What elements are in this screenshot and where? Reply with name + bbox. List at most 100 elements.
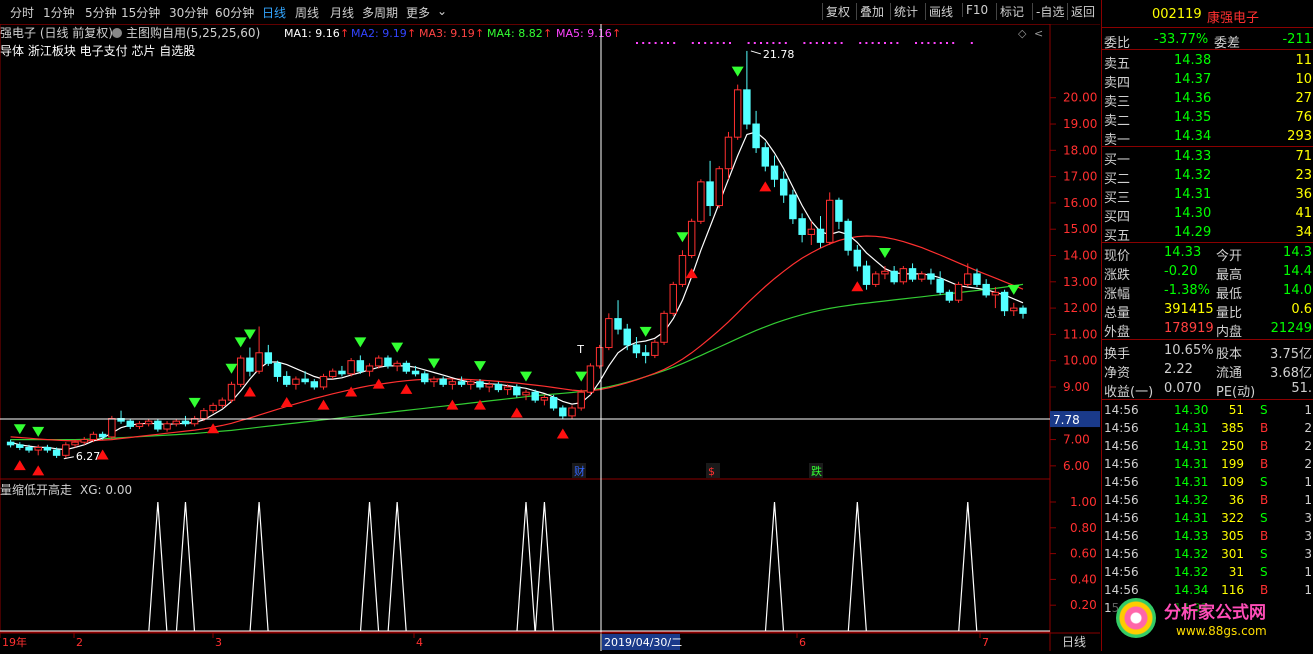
toolbar-button-3[interactable]: 画线 xyxy=(925,3,956,20)
diamond-icon[interactable]: ◇ xyxy=(1018,27,1027,40)
candle-body xyxy=(586,365,595,393)
tick-volume: 51 xyxy=(1228,403,1244,417)
buy-signal-arrow xyxy=(510,407,523,418)
bid-row: 买三 14.31 36 xyxy=(1102,185,1313,206)
kline-chart-area[interactable]: 强电子 (日线 前复权) 主图购自用(5,25,25,60) MA1: 9.16 ↑ M… xyxy=(0,23,1100,651)
signal-dot xyxy=(933,42,936,44)
settings-dropdown-icon[interactable] xyxy=(112,28,122,38)
tick-time: 14:56 xyxy=(1104,439,1139,453)
candle-body xyxy=(899,268,908,283)
period-tab-9[interactable]: 多周期 xyxy=(362,4,398,21)
period-tab-1[interactable]: 1分钟 xyxy=(43,4,75,21)
candle-body xyxy=(825,199,834,243)
more-dropdown-icon[interactable]: ⌄ xyxy=(437,4,447,18)
fund-value: 51. xyxy=(1291,381,1312,396)
candle-body xyxy=(264,352,273,364)
date-label: 2019/04/30/二 xyxy=(604,636,682,649)
period-tab-8[interactable]: 月线 xyxy=(330,4,354,21)
stat-row: 涨跌 -0.20 最高 14.4 xyxy=(1102,262,1313,283)
toolbar-button-0[interactable]: 复权 xyxy=(822,3,853,20)
tick-count: 2 xyxy=(1304,439,1312,453)
xg-spike xyxy=(175,501,196,632)
chart-title: 强电子 (日线 前复权) xyxy=(0,25,113,40)
tick-row: 14:56 14.32 31 S 1 xyxy=(1102,563,1313,581)
fund-value: 2.22 xyxy=(1164,362,1193,377)
toolbar-button-2[interactable]: 统计 xyxy=(890,3,921,20)
signal-dot xyxy=(784,42,787,44)
candle-body xyxy=(973,273,981,285)
xg-spike xyxy=(516,501,536,632)
candle-body xyxy=(770,165,779,180)
price-tick-label: 10.00 xyxy=(1063,354,1097,368)
tick-volume: 36 xyxy=(1228,493,1244,507)
date-label: 3 xyxy=(215,636,222,649)
signal-dot xyxy=(660,42,663,44)
candle-body xyxy=(329,370,337,377)
bid-volume: 41 xyxy=(1295,206,1312,221)
stat-row: 总量 391415 量比 0.6 xyxy=(1102,300,1313,321)
tick-count: 3 xyxy=(1304,529,1312,543)
xg-spike xyxy=(958,501,978,632)
toolbar-button-1[interactable]: 叠加 xyxy=(856,3,887,20)
period-footer[interactable]: 日线 xyxy=(1062,635,1086,649)
tick-count: 3 xyxy=(1304,511,1312,525)
collapse-icon[interactable]: < xyxy=(1034,27,1043,40)
sell-signal-arrow xyxy=(13,424,26,435)
period-tab-5[interactable]: 60分钟 xyxy=(215,4,254,21)
ma-label-4: MA4: 8.82 xyxy=(487,27,543,40)
ask-row: 卖四 14.37 10 xyxy=(1102,70,1313,91)
quote-panel: 002119 康强电子 委比 -33.77% 委差 -211 卖五 14.38 11 卖四 14.3… xyxy=(1101,0,1313,651)
candle-body xyxy=(365,365,374,372)
period-tab-6[interactable]: 日线 xyxy=(262,4,286,21)
price-tick-label: 13.00 xyxy=(1063,275,1097,289)
toolbar-button-7[interactable]: 返回 xyxy=(1067,3,1098,20)
signal-dot xyxy=(890,42,893,44)
period-tab-0[interactable]: 分时 xyxy=(10,4,34,21)
tick-row: 14:56 14.31 250 B 2 xyxy=(1102,437,1313,455)
candle-body xyxy=(1000,291,1009,312)
stat-value: 21249 xyxy=(1270,321,1312,336)
watermark-url: www.88gs.com xyxy=(1176,624,1267,638)
bid-row: 买一 14.33 71 xyxy=(1102,147,1313,168)
sell-signal-arrow xyxy=(878,248,891,259)
event-mark-0[interactable]: 财 xyxy=(574,464,585,478)
signal-dot xyxy=(939,42,942,44)
period-tab-3[interactable]: 15分钟 xyxy=(121,4,160,21)
bid-row: 买四 14.30 41 xyxy=(1102,204,1313,225)
period-tab-7[interactable]: 周线 xyxy=(295,4,319,21)
candle-body xyxy=(218,399,227,406)
bid-volume: 71 xyxy=(1295,149,1312,164)
event-mark-2[interactable]: 跌 xyxy=(811,464,822,478)
tick-price: 14.32 xyxy=(1174,565,1209,579)
period-tab-4[interactable]: 30分钟 xyxy=(169,4,208,21)
candle-body xyxy=(678,255,687,285)
tick-time: 14:56 xyxy=(1104,529,1139,543)
sell-signal-arrow xyxy=(1007,284,1020,295)
buy-signal-arrow xyxy=(851,281,864,292)
candle-body xyxy=(34,446,42,451)
period-tab-2[interactable]: 5分钟 xyxy=(85,4,117,21)
candle-body xyxy=(356,360,365,372)
candle-body xyxy=(669,283,677,314)
tick-side: B xyxy=(1260,457,1269,471)
indicator-name[interactable]: 主图购自用(5,25,25,60) xyxy=(126,25,260,40)
sub-tick-label: 1.00 xyxy=(1070,495,1097,509)
buy-signal-arrow xyxy=(13,460,26,471)
candle-body xyxy=(991,291,1000,296)
ask-price: 14.38 xyxy=(1174,53,1212,68)
event-mark-1[interactable]: $ xyxy=(708,465,715,478)
toolbar-button-6[interactable]: -自选 xyxy=(1032,3,1067,20)
fund-label: 收益(一) xyxy=(1104,385,1154,400)
toolbar-button-4[interactable]: F10 xyxy=(962,3,991,17)
candle-body xyxy=(568,407,576,417)
period-tab-10[interactable]: 更多 xyxy=(406,4,430,21)
toolbar-button-5[interactable]: 标记 xyxy=(996,3,1027,20)
candle-body xyxy=(632,344,641,354)
sub-indicator-value: XG: 0.00 xyxy=(80,483,132,497)
candle-body xyxy=(375,357,383,367)
tick-price: 14.31 xyxy=(1174,421,1209,435)
stock-header: 002119 康强电子 xyxy=(1102,5,1313,26)
candle-body xyxy=(89,433,98,441)
candle-body xyxy=(476,381,484,388)
sub-indicator-name: 量缩低开高走 xyxy=(0,482,72,497)
